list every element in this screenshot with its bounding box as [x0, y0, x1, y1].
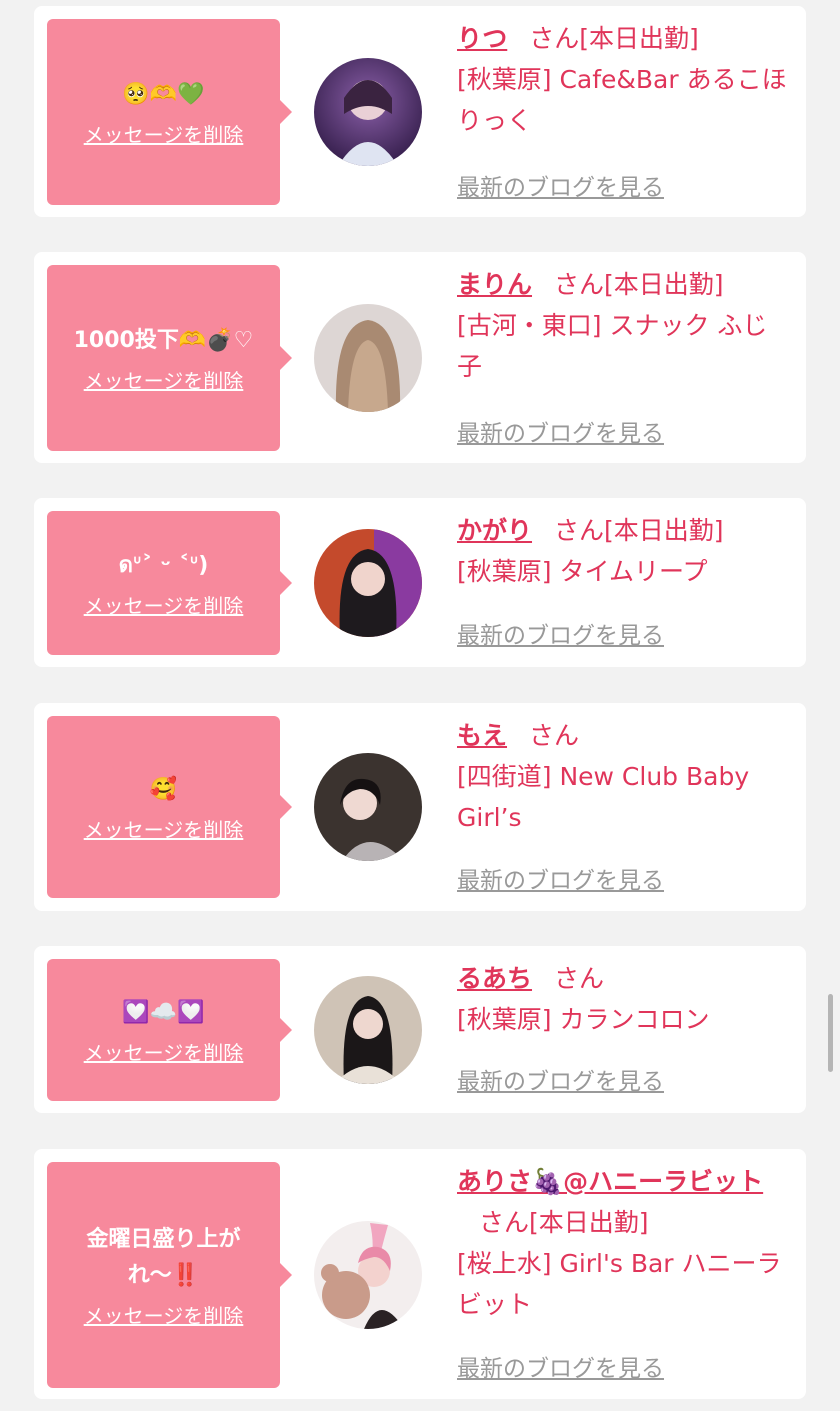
message-bubble: 1000投下🫶💣♡ メッセージを削除 — [47, 265, 292, 451]
cast-name-link[interactable]: かがり — [457, 516, 532, 545]
cast-name-link[interactable]: もえ — [457, 721, 507, 750]
delete-message-link[interactable]: メッセージを削除 — [84, 590, 244, 619]
avatar-photo — [314, 304, 422, 412]
avatar-photo — [314, 753, 422, 861]
cast-card: ดᐡ˃ ᵕ ˂ᐡ) メッセージを削除 かがり さん[本日出勤] [秋葉原] タイム… — [34, 498, 806, 667]
scrollbar[interactable] — [828, 994, 833, 1072]
delete-message-link[interactable]: メッセージを削除 — [84, 365, 244, 394]
message-text: 1000投下🫶💣♡ — [73, 327, 254, 353]
message-bubble: 🥰 メッセージを削除 — [47, 716, 292, 898]
honorific: さん — [529, 24, 580, 53]
cast-name-link[interactable]: まりん — [457, 270, 532, 299]
latest-blog-link[interactable]: 最新のブログを見る — [457, 1062, 664, 1096]
cast-info: るあち さん [秋葉原] カランコロン — [457, 958, 787, 1040]
message-bubble: 🥺🫶💚 メッセージを削除 — [47, 19, 292, 205]
avatar[interactable] — [314, 529, 422, 637]
avatar[interactable] — [314, 976, 422, 1084]
delete-message-link[interactable]: メッセージを削除 — [84, 1300, 244, 1329]
message-text: 🥺🫶💚 — [122, 81, 205, 107]
avatar-photo — [314, 1221, 422, 1329]
honorific: さん — [529, 721, 580, 750]
cast-name-link[interactable]: ありさ🍇@ハニーラビット — [457, 1167, 763, 1196]
cast-card: 金曜日盛り上がれ〜‼️ メッセージを削除 ありさ🍇@ハニーラビットさん[本日出勤… — [34, 1149, 806, 1399]
honorific: さん — [554, 964, 605, 993]
status-badge: [本日出勤] — [579, 24, 699, 53]
avatar-photo — [314, 529, 422, 637]
cast-card: 🥰 メッセージを削除 もえ さん [四街道] New Club Baby Girl… — [34, 703, 806, 911]
cast-name-link[interactable]: りつ — [457, 24, 507, 53]
avatar-photo — [314, 976, 422, 1084]
cast-info: もえ さん [四街道] New Club Baby Girl’s — [457, 715, 787, 838]
cast-name-link[interactable]: るあち — [457, 964, 532, 993]
avatar-photo — [314, 58, 422, 166]
status-badge: [本日出勤] — [604, 516, 724, 545]
latest-blog-link[interactable]: 最新のブログを見る — [457, 1349, 664, 1383]
avatar[interactable] — [314, 58, 422, 166]
message-bubble: ดᐡ˃ ᵕ ˂ᐡ) メッセージを削除 — [47, 511, 292, 655]
shop-name: [秋葉原] Cafe&Bar あるこほりっく — [457, 65, 787, 135]
delete-message-link[interactable]: メッセージを削除 — [84, 814, 244, 843]
message-text: 💟☁️💟 — [122, 999, 205, 1025]
cast-card: 💟☁️💟 メッセージを削除 るあち さん [秋葉原] カランコロン 最新のブログを… — [34, 946, 806, 1113]
status-badge: [本日出勤] — [604, 270, 724, 299]
shop-name: [四街道] New Club Baby Girl’s — [457, 762, 750, 832]
latest-blog-link[interactable]: 最新のブログを見る — [457, 414, 664, 448]
shop-name: [秋葉原] タイムリープ — [457, 557, 708, 586]
shop-name: [古河・東口] スナック ふじ子 — [457, 311, 768, 381]
message-bubble: 💟☁️💟 メッセージを削除 — [47, 959, 292, 1101]
cast-info: りつ さん[本日出勤] [秋葉原] Cafe&Bar あるこほりっく — [457, 18, 787, 141]
cast-card: 1000投下🫶💣♡ メッセージを削除 まりん さん[本日出勤] [古河・東口] ス… — [34, 252, 806, 463]
cast-card: 🥺🫶💚 メッセージを削除 りつ さん[本日出勤] [秋葉原] Cafe&Bar あ… — [34, 6, 806, 217]
shop-name: [秋葉原] カランコロン — [457, 1005, 710, 1034]
message-text: ดᐡ˃ ᵕ ˂ᐡ) — [118, 552, 209, 578]
cast-info: ありさ🍇@ハニーラビットさん[本日出勤] [桜上水] Girl's Bar ハニ… — [457, 1161, 787, 1325]
status-badge: [本日出勤] — [529, 1208, 649, 1237]
delete-message-link[interactable]: メッセージを削除 — [84, 1037, 244, 1066]
avatar[interactable] — [314, 753, 422, 861]
honorific: さん — [554, 270, 605, 299]
latest-blog-link[interactable]: 最新のブログを見る — [457, 168, 664, 202]
delete-message-link[interactable]: メッセージを削除 — [84, 119, 244, 148]
latest-blog-link[interactable]: 最新のブログを見る — [457, 616, 664, 650]
shop-name: [桜上水] Girl's Bar ハニーラビット — [457, 1249, 782, 1319]
message-bubble: 金曜日盛り上がれ〜‼️ メッセージを削除 — [47, 1162, 292, 1388]
honorific: さん — [479, 1208, 530, 1237]
cast-info: かがり さん[本日出勤] [秋葉原] タイムリープ — [457, 510, 787, 592]
cast-info: まりん さん[本日出勤] [古河・東口] スナック ふじ子 — [457, 264, 787, 387]
latest-blog-link[interactable]: 最新のブログを見る — [457, 861, 664, 895]
avatar[interactable] — [314, 1221, 422, 1329]
message-text: 🥰 — [149, 776, 178, 802]
honorific: さん — [554, 516, 605, 545]
message-text: 金曜日盛り上がれ〜‼️ — [86, 1226, 241, 1288]
avatar[interactable] — [314, 304, 422, 412]
